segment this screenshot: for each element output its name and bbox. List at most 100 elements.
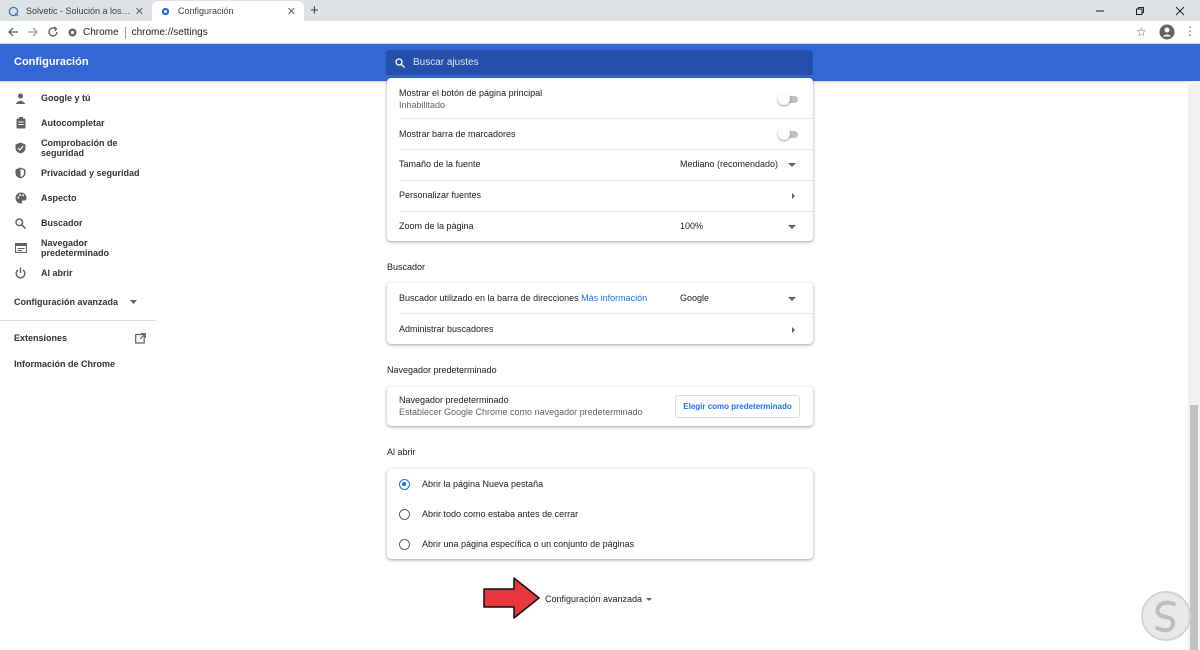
- solvetic-favicon-icon: [8, 6, 19, 17]
- appearance-card: Mostrar el botón de página principal Inh…: [387, 78, 813, 241]
- back-button[interactable]: [5, 24, 21, 40]
- address-toolbar: Chrome chrome://settings ☆ ⋮: [0, 21, 1200, 44]
- restore-icon: [1136, 6, 1144, 15]
- sidebar-item-label: Privacidad y seguridad: [41, 168, 140, 178]
- browser-icon: [14, 242, 27, 255]
- search-engine-row[interactable]: Buscador utilizado en la barra de direcc…: [387, 283, 813, 313]
- sidebar-item-label: Google y tú: [41, 93, 91, 103]
- page-title: Configuración: [14, 56, 89, 68]
- on-startup-section-title: Al abrir: [387, 447, 416, 457]
- startup-option-specific-pages[interactable]: Abrir una página específica o un conjunt…: [387, 529, 813, 559]
- home-button-toggle[interactable]: [778, 93, 798, 105]
- gear-icon: [161, 7, 170, 15]
- restore-button[interactable]: [1120, 0, 1160, 21]
- close-window-button[interactable]: [1160, 0, 1200, 21]
- more-info-link[interactable]: Más información: [581, 293, 647, 303]
- sidebar-item-safety-check[interactable]: Comprobación de seguridad: [14, 138, 156, 158]
- chevron-down-icon: [788, 163, 796, 167]
- tab-title: Solvetic - Solución a los problemas: [26, 6, 131, 16]
- radio-button[interactable]: [399, 509, 410, 520]
- sidebar-item-appearance[interactable]: Aspecto: [14, 189, 156, 207]
- red-arrow-annotation-icon: [483, 577, 540, 619]
- search-icon: [395, 57, 405, 68]
- new-tab-button[interactable]: +: [310, 2, 319, 19]
- radio-button[interactable]: [399, 539, 410, 550]
- home-button-status: Inhabilitado: [399, 100, 446, 110]
- reload-button[interactable]: [45, 24, 61, 40]
- home-button-label: Mostrar el botón de página principal: [399, 88, 543, 98]
- custom-fonts-label: Personalizar fuentes: [399, 190, 482, 200]
- profile-avatar-icon[interactable]: [1159, 24, 1175, 40]
- startup-option-label: Abrir una página específica o un conjunt…: [422, 539, 635, 549]
- font-size-label: Tamaño de la fuente: [399, 159, 481, 169]
- bookmarks-bar-label: Mostrar barra de marcadores: [399, 129, 516, 139]
- tab-title: Configuración: [178, 6, 234, 16]
- make-default-button[interactable]: Elegir como predeterminado: [675, 395, 800, 418]
- bookmarks-bar-toggle[interactable]: [778, 128, 798, 140]
- close-tab-icon[interactable]: ✕: [287, 5, 296, 18]
- manage-search-engines-row[interactable]: Administrar buscadores: [387, 314, 813, 344]
- sidebar: Google y tú Autocompletar Comprobación d…: [0, 81, 156, 650]
- chrome-icon: [68, 28, 77, 37]
- settings-header: Configuración: [0, 44, 1200, 81]
- tab-solvetic[interactable]: Solvetic - Solución a los problemas ✕: [0, 1, 152, 21]
- sidebar-item-autofill[interactable]: Autocompletar: [14, 114, 156, 132]
- forward-button[interactable]: [25, 24, 41, 40]
- search-box[interactable]: [386, 50, 813, 75]
- sidebar-item-search[interactable]: Buscador: [14, 214, 156, 232]
- shield-icon: [14, 167, 27, 180]
- chevron-right-icon: [792, 327, 795, 333]
- sidebar-item-label: Configuración avanzada: [14, 297, 119, 307]
- chevron-right-icon: [792, 193, 795, 199]
- font-size-row[interactable]: Tamaño de la fuente Mediano (recomendado…: [387, 150, 813, 180]
- sidebar-item-default-browser[interactable]: Navegador predeterminado: [14, 238, 156, 258]
- search-icon: [14, 217, 27, 230]
- startup-option-new-tab[interactable]: Abrir la página Nueva pestaña: [387, 469, 813, 499]
- site-chip: Chrome: [83, 27, 119, 38]
- search-input[interactable]: [413, 57, 793, 68]
- sidebar-item-google[interactable]: Google y tú: [14, 89, 156, 107]
- sidebar-item-advanced[interactable]: Configuración avanzada: [14, 293, 156, 311]
- sidebar-item-label: Buscador: [41, 218, 83, 228]
- close-icon: [1175, 6, 1185, 15]
- chevron-down-icon: [130, 300, 138, 304]
- advanced-settings-button[interactable]: Configuración avanzada: [545, 594, 642, 604]
- sidebar-item-extensions[interactable]: Extensiones: [14, 329, 156, 347]
- startup-option-continue[interactable]: Abrir todo como estaba antes de cerrar: [387, 499, 813, 529]
- search-engine-select[interactable]: Google: [680, 293, 709, 303]
- sidebar-item-about-chrome[interactable]: Información de Chrome: [14, 359, 115, 369]
- tab-configuracion[interactable]: Configuración ✕: [152, 1, 304, 21]
- tab-strip: Solvetic - Solución a los problemas ✕ Co…: [0, 0, 1200, 21]
- search-engine-section-title: Buscador: [387, 262, 426, 272]
- close-tab-icon[interactable]: ✕: [135, 5, 144, 18]
- page-zoom-select[interactable]: 100%: [680, 221, 703, 231]
- sidebar-divider: [0, 320, 156, 321]
- sidebar-item-label: Extensiones: [14, 333, 68, 343]
- minimize-icon: [1096, 10, 1104, 11]
- clipboard-icon: [14, 117, 27, 130]
- startup-option-label: Abrir la página Nueva pestaña: [422, 479, 544, 489]
- sidebar-item-on-startup[interactable]: Al abrir: [14, 264, 156, 282]
- chevron-down-icon: [788, 297, 796, 301]
- bookmark-star-icon[interactable]: ☆: [1136, 25, 1147, 39]
- solvetic-logo-icon: [1141, 591, 1191, 641]
- custom-fonts-row[interactable]: Personalizar fuentes: [387, 181, 813, 211]
- page-zoom-row[interactable]: Zoom de la página 100%: [387, 212, 813, 242]
- sidebar-item-label: Autocompletar: [41, 118, 105, 128]
- page-zoom-label: Zoom de la página: [399, 221, 474, 231]
- search-engine-card: Buscador utilizado en la barra de direcc…: [387, 283, 813, 344]
- chevron-down-icon: [788, 225, 796, 229]
- omnibox[interactable]: Chrome chrome://settings: [68, 23, 208, 42]
- radio-button[interactable]: [399, 479, 410, 490]
- home-button-row[interactable]: Mostrar el botón de página principal Inh…: [387, 78, 813, 118]
- minimize-button[interactable]: [1080, 0, 1120, 21]
- menu-kebab-icon[interactable]: ⋮: [1184, 25, 1196, 37]
- arrow-left-icon: [8, 27, 18, 37]
- chevron-down-icon: [646, 598, 652, 601]
- default-browser-description: Establecer Google Chrome como navegador …: [399, 407, 643, 417]
- font-size-select[interactable]: Mediano (recomendado): [680, 159, 778, 169]
- bookmarks-bar-row[interactable]: Mostrar barra de marcadores: [387, 119, 813, 149]
- shield-check-icon: [14, 142, 27, 155]
- sidebar-item-privacy[interactable]: Privacidad y seguridad: [14, 164, 156, 182]
- search-engine-label: Buscador utilizado en la barra de direcc…: [399, 293, 648, 303]
